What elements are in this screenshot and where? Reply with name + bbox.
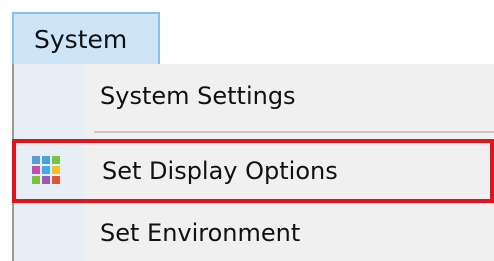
grid-icon bbox=[32, 156, 60, 184]
grid-icon-cell bbox=[42, 176, 50, 184]
system-dropdown-menu: System Settings Set Display Options Set … bbox=[12, 64, 494, 261]
grid-icon-cell bbox=[42, 156, 50, 164]
grid-icon-cell bbox=[42, 166, 50, 174]
menu-system[interactable]: System bbox=[12, 12, 160, 64]
menu-item-label: Set Display Options bbox=[102, 157, 338, 185]
grid-icon-cell bbox=[52, 166, 60, 174]
menu-system-label: System bbox=[34, 24, 128, 54]
menu-item-set-display-options[interactable]: Set Display Options bbox=[12, 139, 494, 203]
grid-icon-cell bbox=[32, 156, 40, 164]
menu-item-system-settings[interactable]: System Settings bbox=[14, 64, 494, 128]
menu-separator bbox=[94, 131, 494, 133]
menu-item-label: System Settings bbox=[100, 82, 296, 110]
screen: System System Settings Set Display Optio… bbox=[0, 0, 494, 261]
menu-item-set-environment[interactable]: Set Environment bbox=[14, 205, 494, 261]
grid-icon-cell bbox=[52, 176, 60, 184]
grid-icon-cell bbox=[32, 176, 40, 184]
grid-icon-cell bbox=[52, 156, 60, 164]
menu-bar: System bbox=[0, 0, 494, 64]
grid-icon-cell bbox=[32, 166, 40, 174]
menu-item-label: Set Environment bbox=[100, 219, 301, 247]
